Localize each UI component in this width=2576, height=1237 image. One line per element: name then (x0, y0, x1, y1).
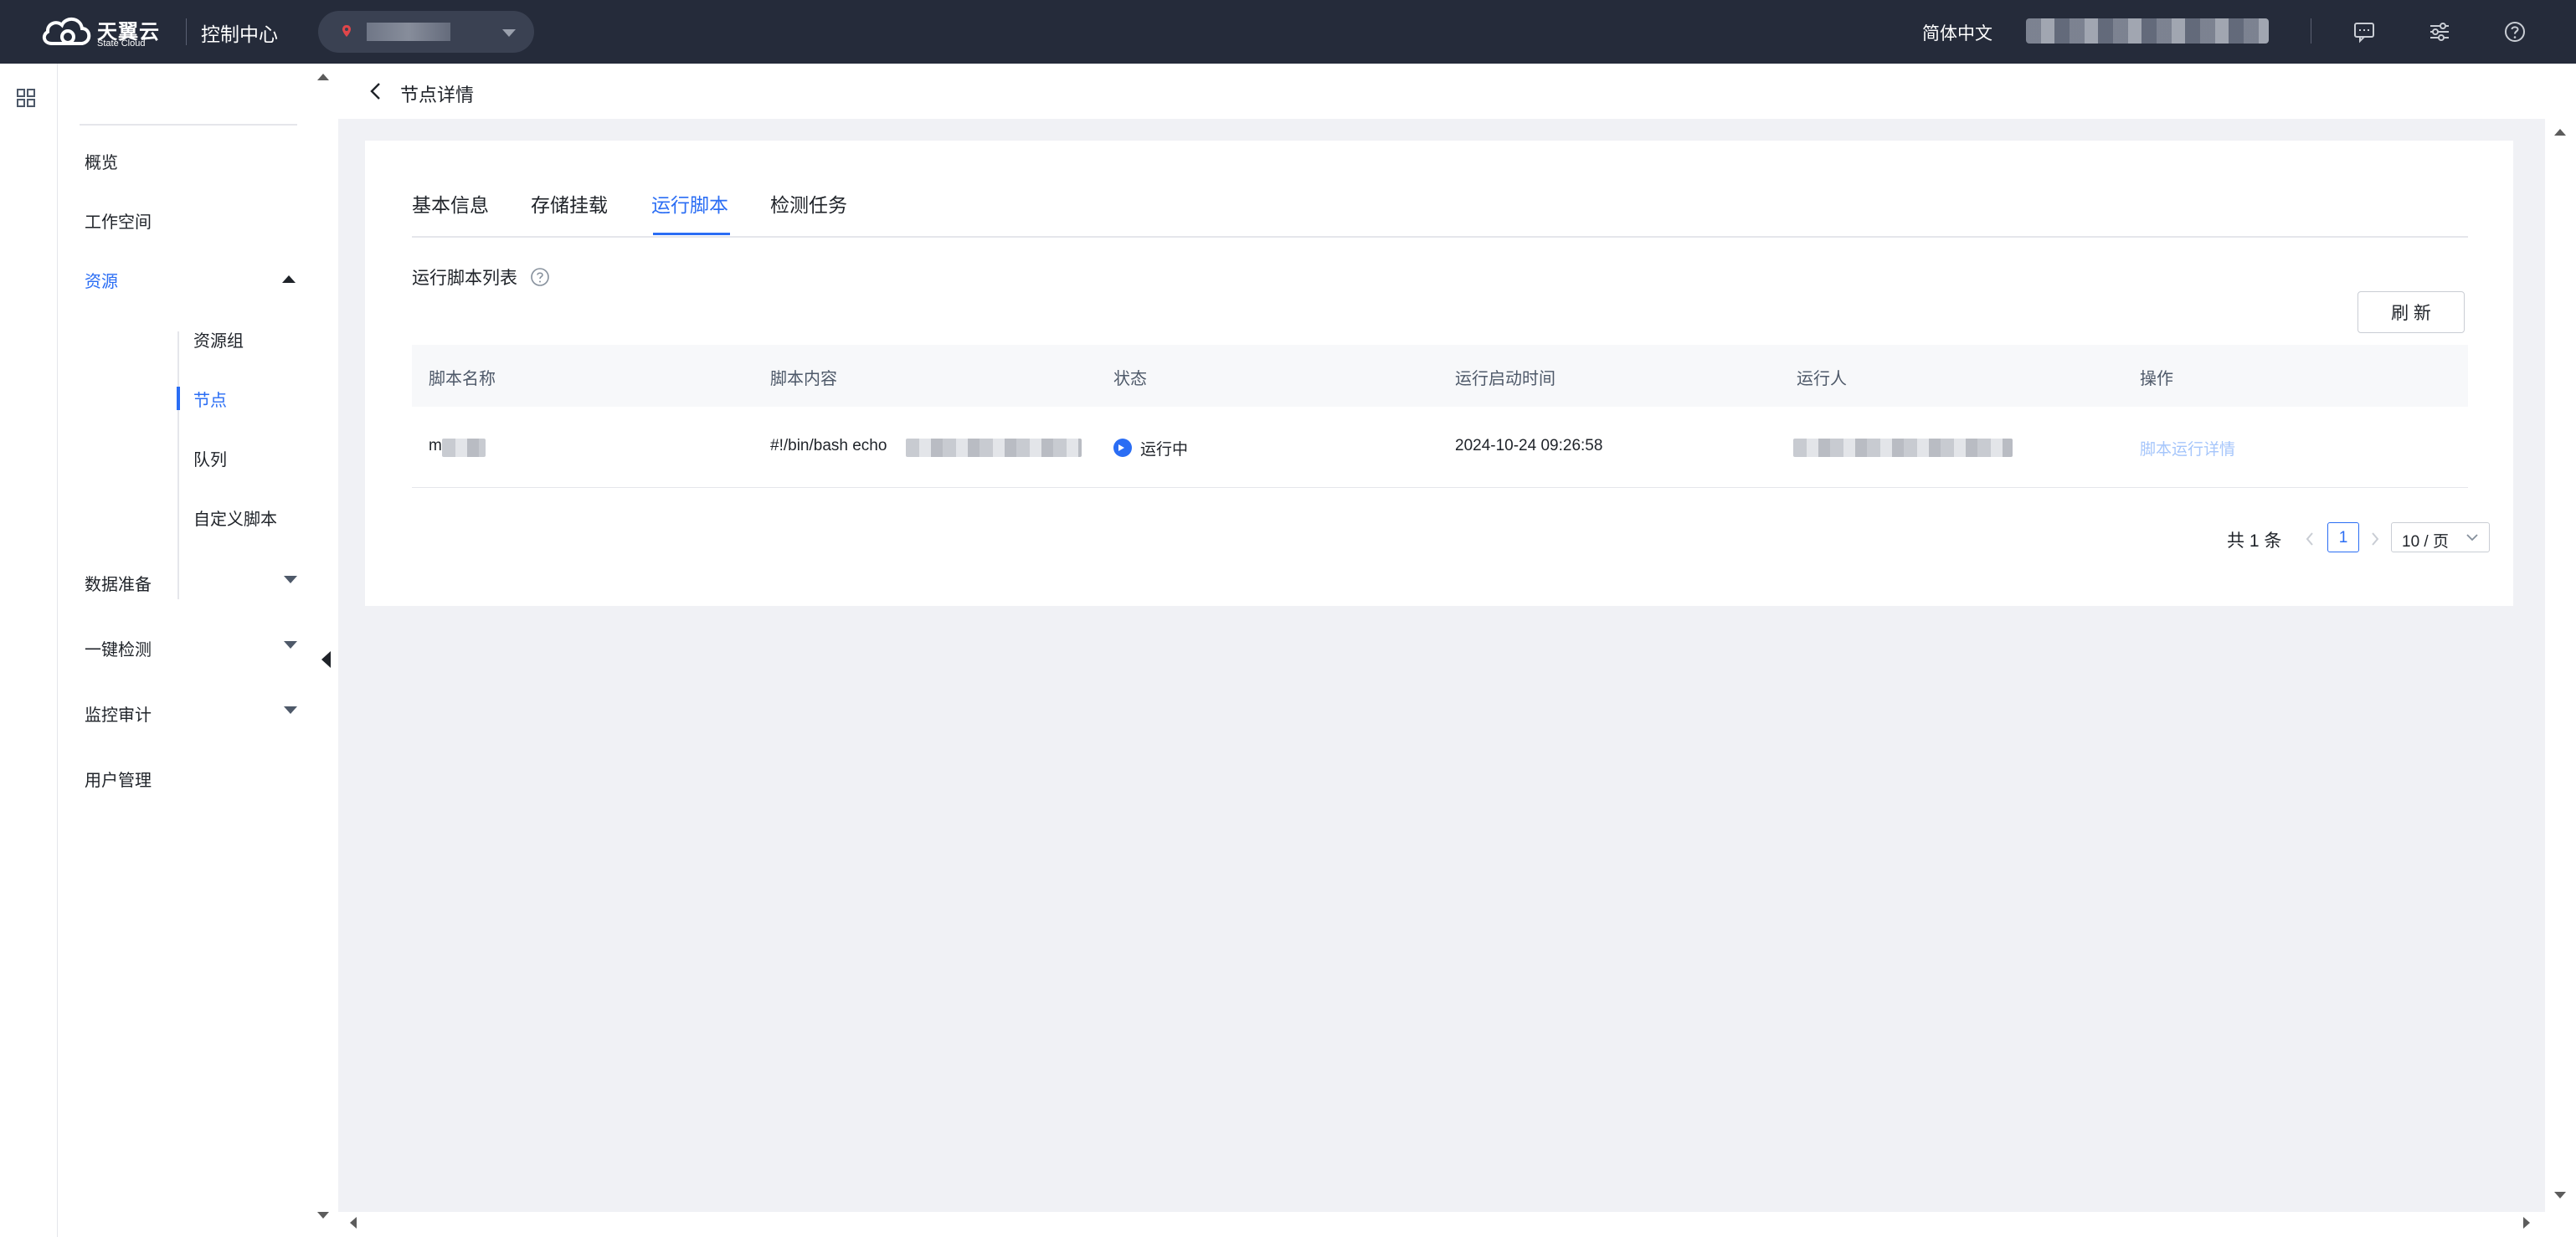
region-selector[interactable] (318, 11, 534, 53)
cell-script-content: #!/bin/bash echo (770, 437, 887, 454)
sidebar-item-resources[interactable]: 资源 (85, 268, 118, 292)
detail-card: 基本信息 存储挂载 运行脚本 检测任务 运行脚本列表 刷 新 脚本名称 脚本内容… (365, 141, 2513, 606)
state-cloud-logo[interactable]: 天翼云 State Cloud (40, 12, 166, 52)
active-tab-indicator (653, 233, 730, 235)
section-title: 运行脚本列表 (412, 269, 517, 288)
refresh-button[interactable]: 刷 新 (2357, 291, 2465, 333)
sidebar-item-one-click-check[interactable]: 一键检测 (85, 636, 152, 660)
main-content: 节点详情 基本信息 存储挂载 运行脚本 检测任务 运行脚本列表 刷 新 脚本名称… (338, 64, 2545, 1212)
chevron-left-icon[interactable] (2304, 531, 2316, 547)
scroll-down-icon[interactable] (2554, 1192, 2566, 1199)
operator-redacted (1793, 439, 2013, 457)
cell-start-time: 2024-10-24 09:26:58 (1455, 437, 1603, 454)
chevron-down-icon (2466, 534, 2478, 542)
chevron-down-icon[interactable] (284, 576, 297, 583)
submenu-rail (177, 331, 179, 599)
back-arrow-icon[interactable] (363, 79, 388, 104)
logo-text-en: State Cloud (97, 38, 146, 49)
language-switch[interactable]: 简体中文 (1922, 20, 1992, 45)
sidebar-subitem-nodes[interactable]: 节点 (193, 387, 227, 411)
cell-status: 运行中 (1140, 441, 1189, 459)
scroll-right-icon[interactable] (2523, 1217, 2530, 1229)
location-pin-icon (342, 25, 351, 37)
sidebar-item-monitor-audit[interactable]: 监控审计 (85, 701, 152, 726)
sidebar-top-divider (80, 124, 297, 126)
chevron-right-icon[interactable] (2369, 531, 2381, 547)
column-header-operator: 运行人 (1797, 370, 1847, 388)
region-name-redacted (367, 23, 450, 41)
pagination-total: 共 1 条 (2227, 531, 2282, 551)
settings-sliders-icon[interactable] (2426, 18, 2453, 45)
detail-tabs: 基本信息 存储挂载 运行脚本 检测任务 (412, 189, 2468, 238)
pagination: 共 1 条 1 10 / 页 (365, 522, 2513, 556)
table-row: m #!/bin/bash echo 运行中 2024-10-24 09:26:… (412, 407, 2468, 488)
tab-storage-mount[interactable]: 存储挂载 (531, 189, 608, 234)
tab-run-script[interactable]: 运行脚本 (651, 189, 728, 234)
page-size-value: 10 / 页 (2402, 533, 2449, 551)
page-header: 节点详情 (338, 64, 2545, 119)
app-grid-icon[interactable] (13, 85, 39, 110)
script-name-redacted (442, 439, 486, 457)
chevron-down-icon[interactable] (284, 706, 297, 714)
sidebar-item-data-prep[interactable]: 数据准备 (85, 571, 152, 595)
scroll-up-icon[interactable] (2554, 129, 2566, 136)
script-run-detail-link[interactable]: 脚本运行详情 (2140, 437, 2235, 459)
sidebar-item-user-management[interactable]: 用户管理 (85, 767, 152, 791)
sidebar-item-overview[interactable]: 概览 (85, 149, 118, 173)
cloud-logo-icon (42, 18, 91, 45)
chevron-down-icon[interactable] (284, 641, 297, 649)
sidebar-subitem-custom-script[interactable]: 自定义脚本 (193, 506, 277, 530)
account-name-redacted[interactable] (2026, 18, 2269, 44)
sidebar-scroll-up-icon[interactable] (317, 74, 329, 80)
script-table: 脚本名称 脚本内容 状态 运行启动时间 运行人 操作 m #!/bin/bash… (412, 345, 2468, 488)
column-header-script-name: 脚本名称 (429, 370, 496, 388)
vertical-scrollbar[interactable] (2545, 117, 2576, 1212)
sidebar-item-workspace[interactable]: 工作空间 (85, 208, 152, 233)
table-header: 脚本名称 脚本内容 状态 运行启动时间 运行人 操作 (412, 345, 2468, 407)
column-header-action: 操作 (2140, 370, 2173, 388)
header-divider (186, 18, 187, 45)
chevron-down-icon (502, 29, 516, 37)
sidebar: 概览 工作空间 资源 资源组 节点 队列 自定义脚本 数据准备 一键检测 监控审… (58, 64, 317, 1237)
page-size-select[interactable]: 10 / 页 (2391, 522, 2490, 552)
question-circle-icon[interactable] (529, 266, 551, 288)
column-header-script-content: 脚本内容 (770, 370, 837, 388)
column-header-status: 状态 (1113, 370, 1147, 388)
sidebar-subitem-queue[interactable]: 队列 (193, 446, 227, 470)
running-status-icon (1113, 439, 1132, 457)
scroll-left-icon[interactable] (350, 1217, 357, 1229)
sidebar-subitem-resource-group[interactable]: 资源组 (193, 327, 244, 352)
chevron-up-icon[interactable] (282, 275, 296, 283)
page-number-button[interactable]: 1 (2327, 522, 2359, 552)
top-navigation-bar: 天翼云 State Cloud 控制中心 简体中文 (0, 0, 2576, 64)
column-header-start-time: 运行启动时间 (1455, 370, 1555, 388)
product-rail (0, 64, 58, 1237)
page-title: 节点详情 (400, 85, 475, 105)
collapse-left-icon (321, 651, 331, 668)
message-icon[interactable] (2351, 18, 2378, 45)
tab-check-task[interactable]: 检测任务 (770, 189, 847, 234)
script-content-redacted (906, 439, 1082, 457)
horizontal-scrollbar[interactable] (338, 1212, 2576, 1237)
sidebar-scroll-down-icon[interactable] (317, 1212, 329, 1219)
help-circle-icon[interactable] (2501, 18, 2528, 45)
tab-basic-info[interactable]: 基本信息 (412, 189, 489, 234)
cell-script-name: m (429, 437, 442, 454)
sidebar-collapse-toggle[interactable] (318, 636, 337, 683)
submenu-active-marker (177, 387, 180, 410)
console-title[interactable]: 控制中心 (201, 18, 278, 47)
